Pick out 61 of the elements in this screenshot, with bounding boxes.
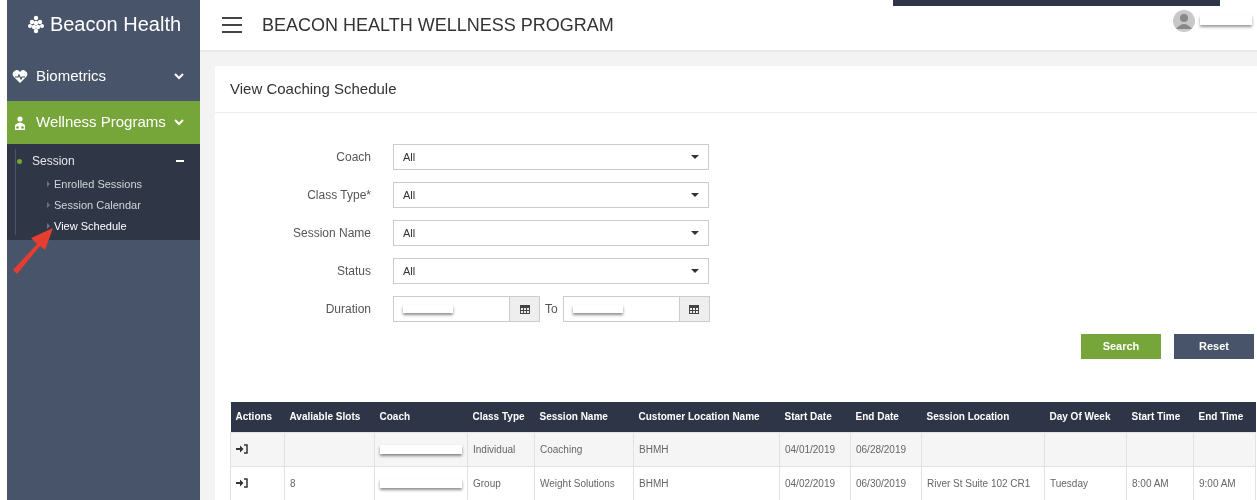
user-avatar-icon[interactable] xyxy=(1173,10,1195,32)
column-header: Class Type xyxy=(467,402,535,432)
field-label: Duration xyxy=(324,301,372,318)
brand-name: Beacon Health xyxy=(49,12,182,37)
column-header: Avaliable Slots xyxy=(284,402,375,432)
range-separator: To xyxy=(544,301,559,318)
calendar-icon xyxy=(689,304,700,314)
column-header: Actions xyxy=(230,402,285,432)
sign-in-icon[interactable] xyxy=(236,444,248,454)
date-field[interactable] xyxy=(562,296,710,322)
sidebar-link[interactable]: Session Calendar xyxy=(54,196,141,214)
caret-right-icon xyxy=(47,181,50,187)
select-field[interactable]: All xyxy=(393,220,709,246)
people-icon xyxy=(12,114,28,131)
sidebar-link[interactable]: Enrolled Sessions xyxy=(54,175,143,193)
select-field[interactable]: All xyxy=(393,182,709,208)
column-header: Day Of Week xyxy=(1044,402,1127,432)
pinecone-logo-icon xyxy=(25,14,46,34)
redacted-date xyxy=(572,305,623,313)
caret-right-icon xyxy=(47,202,50,208)
date-field[interactable] xyxy=(393,296,540,322)
column-header: Start Date xyxy=(779,402,851,432)
table-cell: BHMH xyxy=(633,432,780,466)
collapse-minus-icon xyxy=(176,160,184,162)
redacted-user-name xyxy=(1200,15,1252,25)
caret-down-icon xyxy=(691,269,699,273)
caret-down-icon xyxy=(691,193,699,197)
page-header-title: BEACON HEALTH WELLNESS PROGRAM xyxy=(262,13,614,37)
column-header: Session Location xyxy=(921,402,1045,432)
table-cell: 04/01/2019 xyxy=(779,432,851,466)
column-header: Customer Location Name xyxy=(633,402,780,432)
column-header: Session Name xyxy=(534,402,634,432)
heartbeat-icon xyxy=(12,68,28,85)
caret-down-icon xyxy=(691,155,699,159)
caret-down-icon xyxy=(691,231,699,235)
select-field[interactable]: All xyxy=(393,144,709,170)
select-field[interactable]: All xyxy=(393,258,709,284)
chevron-down-icon xyxy=(174,73,184,80)
reset-button[interactable]: Reset xyxy=(1174,334,1254,359)
card-title: View Coaching Schedule xyxy=(230,78,397,99)
sidebar-link[interactable]: View Schedule xyxy=(54,217,127,235)
calendar-icon xyxy=(519,304,530,314)
chevron-down-icon xyxy=(174,119,184,126)
field-label: Status xyxy=(335,263,372,280)
sign-in-icon[interactable] xyxy=(236,478,248,488)
table-cell: 06/28/2019 xyxy=(850,432,922,466)
table-cell: Individual xyxy=(467,432,535,466)
field-label: Class Type* xyxy=(306,187,372,204)
sidebar-subitem[interactable]: Session xyxy=(7,152,200,170)
column-header: End Date xyxy=(850,402,922,432)
redacted-date xyxy=(403,305,453,313)
column-header: Start Time xyxy=(1126,402,1194,432)
table-cell: Coaching xyxy=(534,432,634,466)
menu-icon[interactable] xyxy=(222,16,242,34)
caret-right-icon xyxy=(47,223,50,229)
column-header: Coach xyxy=(374,402,468,432)
field-label: Coach xyxy=(335,149,372,166)
sidebar-item[interactable]: Biometrics xyxy=(7,55,200,98)
field-label: Session Name xyxy=(291,225,372,242)
bullet-dot-icon xyxy=(17,158,22,164)
column-header: End Time xyxy=(1193,402,1256,432)
